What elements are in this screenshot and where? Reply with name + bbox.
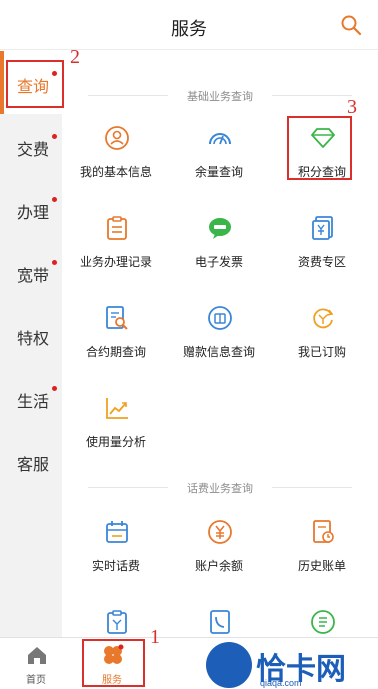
section-title-basic: 基础业务查询 <box>62 87 378 103</box>
active-indicator <box>0 51 4 114</box>
notification-dot <box>52 260 57 265</box>
user-info-icon <box>105 126 129 150</box>
subscribed-icon <box>313 308 334 329</box>
sidebar-item-label: 宽带 <box>17 268 50 285</box>
tile-usage-analysis[interactable]: 使用量分析 <box>66 395 166 465</box>
annotation-number-1: 1 <box>150 626 160 648</box>
sidebar-item-label: 特权 <box>17 331 50 348</box>
tile-label: 资费专区 <box>297 255 346 269</box>
header-bar: 服务 <box>0 0 378 50</box>
section-title-text: 基础业务查询 <box>187 91 253 103</box>
tile-realtime-bill[interactable]: 实时话费 <box>66 519 166 589</box>
sidebar-item-privilege[interactable]: 特权 <box>0 303 62 366</box>
tile-label: 使用量分析 <box>85 435 146 449</box>
sidebar-item-label: 办理 <box>17 205 50 222</box>
tile-e-invoice[interactable]: 电子发票 <box>169 215 269 285</box>
category-sidebar: 查询 交费 办理 宽带 特权 生活 客服 <box>0 51 62 637</box>
gauge-icon <box>209 133 231 145</box>
tile-balance-query[interactable]: 余量查询 <box>169 125 269 195</box>
annotation-number-2: 2 <box>70 46 80 68</box>
tile-subscribed[interactable]: 我已订购 <box>272 305 372 375</box>
sidebar-item-label: 客服 <box>17 457 50 474</box>
bill-icon <box>107 610 127 634</box>
tariff-icon <box>312 216 333 240</box>
watermark-logo: 恰卡网 qiaqa.com <box>206 640 378 689</box>
contract-search-icon <box>106 306 128 330</box>
notification-dot <box>52 134 57 139</box>
call-record-icon <box>210 610 230 634</box>
page-title: 服务 <box>171 19 207 39</box>
sidebar-item-life[interactable]: 生活 <box>0 366 62 429</box>
tile-call-record[interactable] <box>169 609 269 637</box>
tile-label: 历史账单 <box>297 559 346 573</box>
tab-label: 首页 <box>26 675 46 686</box>
notification-dot <box>52 386 57 391</box>
sidebar-item-handle[interactable]: 办理 <box>0 177 62 240</box>
tile-basic-info[interactable]: 我的基本信息 <box>66 125 166 195</box>
calendar-icon <box>106 521 128 543</box>
annotation-box-service <box>82 639 145 687</box>
tile-tariff[interactable]: 资费专区 <box>272 215 372 285</box>
annotation-box-query <box>6 60 64 108</box>
notification-dot <box>52 197 57 202</box>
section-title-text: 话费业务查询 <box>187 483 253 495</box>
sidebar-item-label: 交费 <box>17 142 50 159</box>
tile-business-record[interactable]: 业务办理记录 <box>66 215 166 285</box>
search-icon[interactable] <box>340 14 362 36</box>
yuan-icon <box>208 520 232 544</box>
section-title-phone-bill: 话费业务查询 <box>62 479 378 495</box>
gift-money-icon <box>208 306 232 330</box>
usage-chart-icon <box>106 398 128 419</box>
clipboard-icon <box>107 216 127 240</box>
tile-gift-money[interactable]: 赠款信息查询 <box>169 305 269 375</box>
tile-label: 电子发票 <box>194 255 243 269</box>
tile-account-balance[interactable]: 账户余额 <box>169 519 269 589</box>
sidebar-item-broadband[interactable]: 宽带 <box>0 240 62 303</box>
annotation-box-points <box>287 116 352 180</box>
tile-contract-query[interactable]: 合约期查询 <box>66 305 166 375</box>
watermark-url: qiaqa.com <box>260 678 302 688</box>
bill-history-icon <box>313 520 334 543</box>
divider <box>272 95 352 96</box>
annotation-number-3: 3 <box>347 96 357 118</box>
tile-sms[interactable] <box>272 609 372 637</box>
sidebar-item-customer-service[interactable]: 客服 <box>0 429 62 492</box>
tile-label: 账户余额 <box>194 559 243 573</box>
watermark-emblem <box>206 642 252 688</box>
sidebar-item-payment[interactable]: 交费 <box>0 114 62 177</box>
tile-label: 我已订购 <box>297 345 346 359</box>
tile-label: 余量查询 <box>194 165 243 179</box>
tile-history-bill[interactable]: 历史账单 <box>272 519 372 589</box>
sidebar-item-label: 生活 <box>17 394 50 411</box>
home-icon <box>28 647 46 664</box>
tab-home[interactable]: 首页 <box>6 638 66 689</box>
tile-label: 赠款信息查询 <box>182 345 255 359</box>
e-invoice-icon <box>209 218 231 239</box>
divider <box>272 487 352 488</box>
sms-icon <box>311 610 335 634</box>
